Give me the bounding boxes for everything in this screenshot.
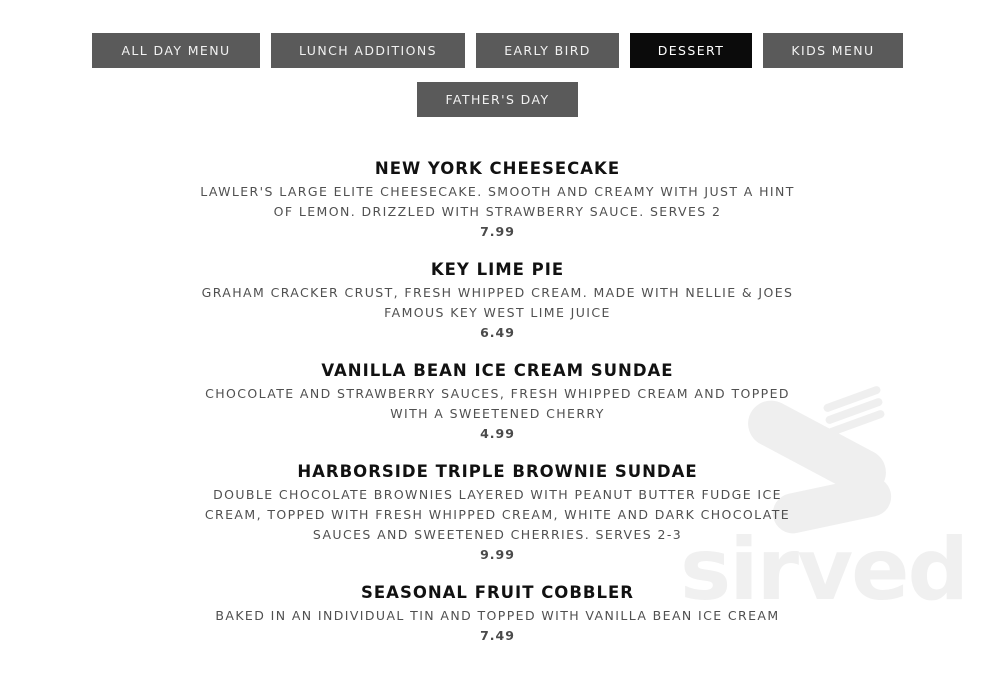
menu-item-name: KEY LIME PIE — [430, 260, 565, 279]
menu-item-description: DOUBLE CHOCOLATE BROWNIES LAYERED WITH P… — [204, 487, 791, 542]
menu-item-name: SEASONAL FRUIT COBBLER — [361, 583, 634, 602]
tab-kids-menu[interactable]: KIDS MENU — [763, 33, 903, 68]
menu-item-price: 7.99 — [480, 224, 515, 239]
menu-item: KEY LIME PIE GRAHAM CRACKER CRUST, FRESH… — [0, 259, 995, 343]
menu-item-description: GRAHAM CRACKER CRUST, FRESH WHIPPED CREA… — [201, 285, 794, 320]
menu-item-price: 4.99 — [480, 426, 515, 441]
tab-dessert[interactable]: DESSERT — [630, 33, 752, 68]
menu-item-description: CHOCOLATE AND STRAWBERRY SAUCES, FRESH W… — [205, 386, 790, 421]
tab-fathers-day[interactable]: FATHER'S DAY — [417, 82, 578, 117]
menu-item-price: 9.99 — [480, 547, 515, 562]
tab-all-day-menu[interactable]: ALL DAY MENU — [92, 33, 260, 68]
menu-item: VANILLA BEAN ICE CREAM SUNDAE CHOCOLATE … — [0, 360, 995, 444]
menu-item-description: BAKED IN AN INDIVIDUAL TIN AND TOPPED WI… — [215, 608, 780, 623]
menu-item-price: 6.49 — [480, 325, 515, 340]
menu-item-description: LAWLER'S LARGE ELITE CHEESECAKE. SMOOTH … — [200, 184, 795, 219]
menu-tabs: ALL DAY MENU LUNCH ADDITIONS EARLY BIRD … — [0, 33, 995, 68]
menu-item-name: VANILLA BEAN ICE CREAM SUNDAE — [321, 361, 674, 380]
menu-item-name: HARBORSIDE TRIPLE BROWNIE SUNDAE — [297, 462, 698, 481]
menu-item-name: NEW YORK CHEESECAKE — [374, 159, 621, 178]
menu-item: HARBORSIDE TRIPLE BROWNIE SUNDAE DOUBLE … — [0, 461, 995, 565]
menu-tabs-row-2: FATHER'S DAY — [0, 82, 995, 117]
tab-lunch-additions[interactable]: LUNCH ADDITIONS — [271, 33, 465, 68]
menu-item: SEASONAL FRUIT COBBLER BAKED IN AN INDIV… — [0, 582, 995, 646]
dessert-menu-list: NEW YORK CHEESECAKE LAWLER'S LARGE ELITE… — [0, 158, 995, 663]
menu-item: NEW YORK CHEESECAKE LAWLER'S LARGE ELITE… — [0, 158, 995, 242]
menu-item-price: 7.49 — [480, 628, 515, 643]
tab-early-bird[interactable]: EARLY BIRD — [476, 33, 619, 68]
